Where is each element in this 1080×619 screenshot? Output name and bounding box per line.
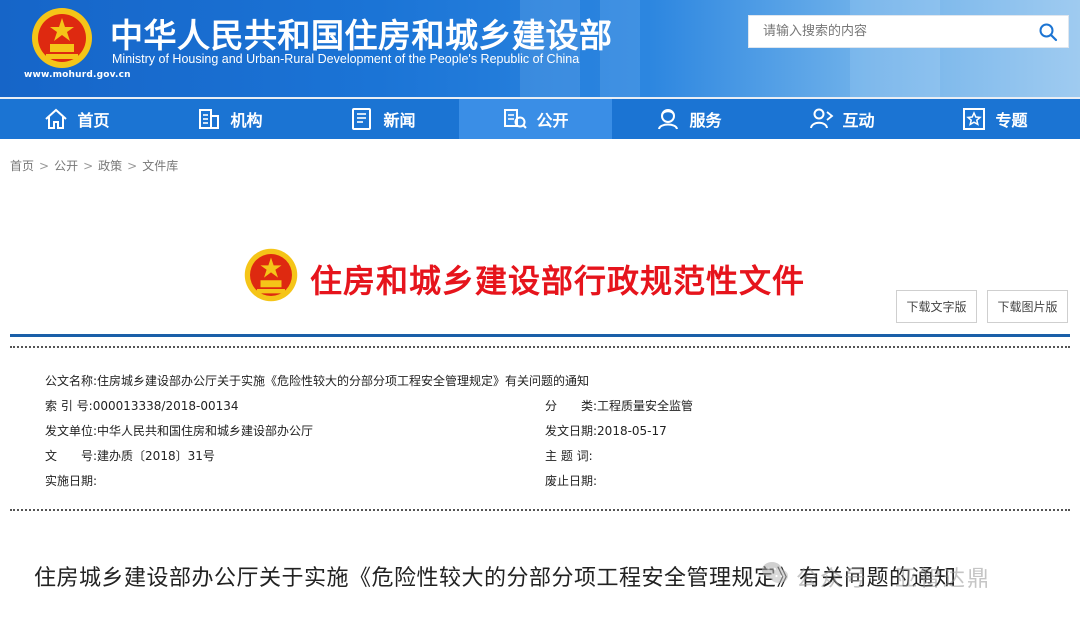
meta-label: 公文名称: — [45, 374, 98, 388]
meta-index: 索 引 号:000013338/2018-00134 — [45, 397, 239, 414]
meta-label: 发文单位: — [45, 424, 98, 438]
meta-value: 2018-05-17 — [597, 424, 667, 438]
nav-item-topic[interactable]: 专题 — [918, 99, 1071, 139]
meta-abolish-date: 废止日期: — [545, 472, 597, 489]
nav-item-home[interactable]: 首页 — [0, 99, 153, 139]
divider-blue — [10, 334, 1070, 337]
national-emblem-icon — [244, 248, 298, 302]
breadcrumb-separator: > — [39, 159, 50, 173]
search-input[interactable] — [749, 16, 1029, 47]
search-box — [748, 15, 1069, 48]
meta-issue-date: 发文日期:2018-05-17 — [545, 422, 667, 439]
meta-issuer: 发文单位:中华人民共和国住房和城乡建设部办公厅 — [45, 422, 313, 439]
download-image-button[interactable]: 下载图片版 — [987, 290, 1068, 323]
nav-item-interaction[interactable]: 互动 — [765, 99, 918, 139]
nav-item-disclosure[interactable]: 公开 — [459, 99, 612, 139]
meta-label: 索 引 号: — [45, 399, 93, 413]
meta-doc-number: 文 号:建办质〔2018〕31号 — [45, 447, 215, 464]
meta-category: 分 类:工程质量安全监管 — [545, 397, 693, 414]
meta-label: 发文日期: — [545, 424, 598, 438]
news-icon — [352, 108, 372, 130]
watermark-text: 公众号 · 亚智达鼎 — [796, 567, 991, 592]
nav-label: 机构 — [230, 111, 263, 130]
nav-item-service[interactable]: 服务 — [612, 99, 765, 139]
nav-item-institution[interactable]: 机构 — [153, 99, 306, 139]
building-icon — [199, 109, 220, 129]
meta-keywords: 主 题 词: — [545, 447, 593, 464]
divider-dotted — [10, 346, 1070, 348]
breadcrumb-library[interactable]: 文件库 — [142, 159, 178, 173]
meta-value: 住房城乡建设部办公厅关于实施《危险性较大的分部分项工程安全管理规定》有关问题的通… — [97, 374, 590, 388]
breadcrumb-separator: > — [127, 159, 138, 173]
site-subtitle: Ministry of Housing and Urban-Rural Deve… — [112, 52, 580, 66]
meta-label: 文 号: — [45, 449, 98, 463]
breadcrumb-disclosure[interactable]: 公开 — [54, 159, 78, 173]
nav-label: 新闻 — [383, 111, 416, 130]
meta-value: 工程质量安全监管 — [597, 399, 694, 413]
nav-label: 服务 — [689, 111, 722, 130]
breadcrumb: 首页 > 公开 > 政策 > 文件库 — [10, 157, 178, 174]
nav-label: 首页 — [77, 111, 110, 130]
breadcrumb-policy[interactable]: 政策 — [98, 159, 122, 173]
site-header: www.mohurd.gov.cn 中华人民共和国住房和城乡建设部 Minist… — [0, 0, 1080, 97]
service-icon — [658, 109, 679, 130]
download-text-button[interactable]: 下载文字版 — [896, 290, 977, 323]
breadcrumb-separator: > — [83, 159, 94, 173]
disclosure-icon — [504, 109, 528, 129]
meta-effective-date: 实施日期: — [45, 472, 97, 489]
meta-value: 中华人民共和国住房和城乡建设部办公厅 — [97, 424, 314, 438]
home-icon — [45, 108, 68, 129]
site-title[interactable]: 中华人民共和国住房和城乡建设部 — [110, 9, 613, 57]
breadcrumb-home[interactable]: 首页 — [10, 159, 34, 173]
meta-label: 主 题 词: — [545, 449, 593, 463]
topic-icon — [963, 108, 986, 130]
main-nav: 首页 机构 新闻 公开 服务 互动 专题 — [0, 97, 1080, 139]
nav-label: 公开 — [536, 111, 569, 130]
divider-dotted — [10, 509, 1070, 511]
nav-label: 专题 — [995, 111, 1028, 130]
doc-category-title: 住房和城乡建设部行政规范性文件 — [310, 262, 806, 300]
interaction-icon — [810, 108, 834, 129]
meta-label: 废止日期: — [545, 474, 598, 488]
meta-value: 建办质〔2018〕31号 — [97, 449, 215, 463]
national-emblem-icon — [32, 8, 92, 68]
nav-label: 互动 — [842, 111, 875, 130]
meta-label: 分 类: — [545, 399, 598, 413]
meta-value: 000013338/2018-00134 — [92, 399, 239, 413]
search-icon[interactable] — [1038, 22, 1058, 42]
nav-item-news[interactable]: 新闻 — [306, 99, 459, 139]
meta-doc-name: 公文名称:住房城乡建设部办公厅关于实施《危险性较大的分部分项工程安全管理规定》有… — [45, 372, 589, 389]
wechat-icon — [762, 562, 788, 583]
meta-label: 实施日期: — [45, 474, 98, 488]
site-url[interactable]: www.mohurd.gov.cn — [24, 70, 131, 80]
